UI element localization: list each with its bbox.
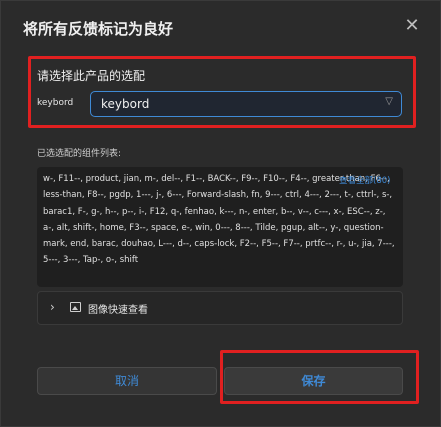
dialog-title: 将所有反馈标记为良好 [23,20,174,38]
option-field-label: keybord [37,98,74,108]
image-icon [70,302,81,312]
image-preview-label: 图像快速查看 [88,305,148,316]
chevron-down-icon: ▽ [385,96,393,107]
image-preview-toggle[interactable]: › 图像快速查看 [37,291,403,325]
component-list-label: 已选选配的组件列表: [37,149,122,159]
view-all-link[interactable]: 查看全部(80) [339,174,390,186]
chevron-right-icon: › [50,300,55,314]
option-select-value: keybord [101,97,150,111]
selector-heading: 请选择此产品的选配 [37,69,146,83]
save-highlight-box [220,350,419,404]
mark-feedback-dialog: 将所有反馈标记为良好 ✕ 请选择此产品的选配 keybord keybord ▽… [0,0,441,427]
cancel-button[interactable]: 取消 [37,367,217,395]
close-icon[interactable]: ✕ [401,15,423,37]
option-select[interactable]: keybord ▽ [90,91,402,117]
